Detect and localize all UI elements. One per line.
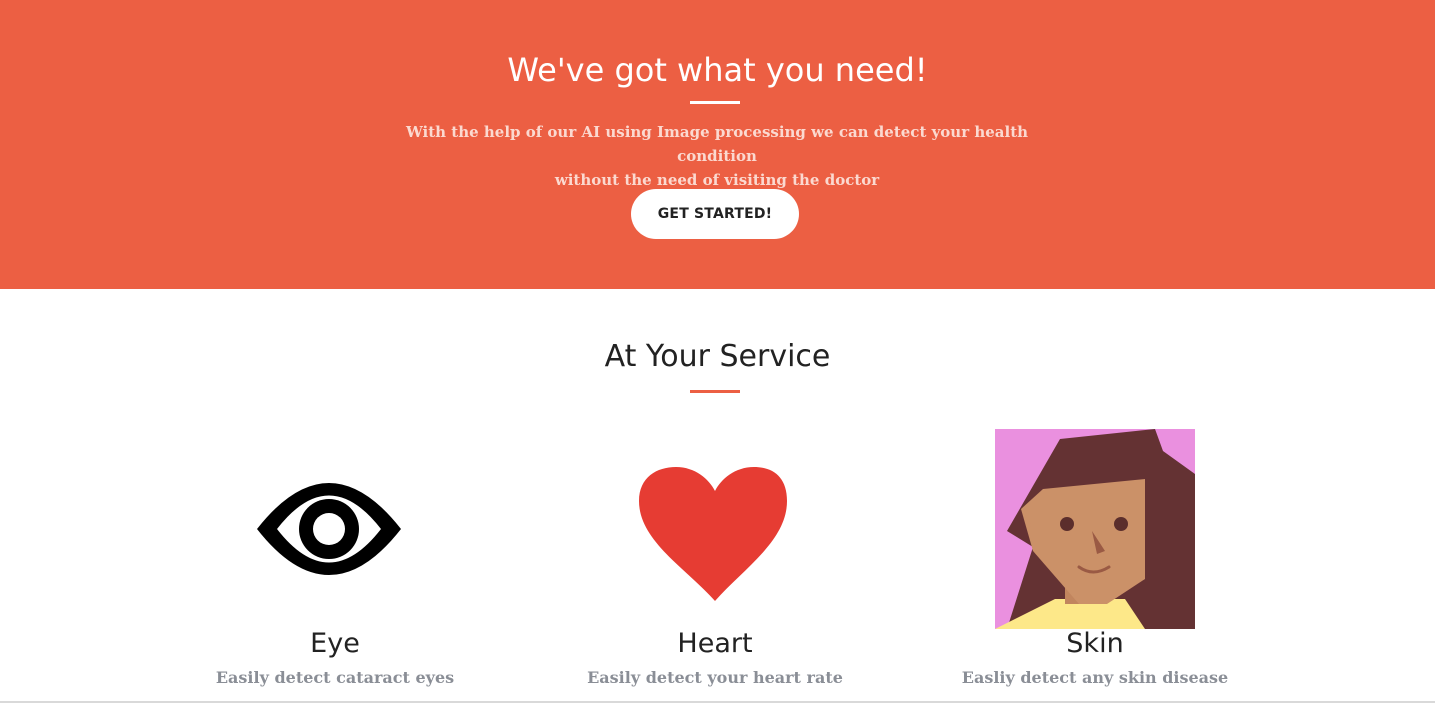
hero-section: We've got what you need! With the help o… — [0, 0, 1435, 289]
service-description-eye: Easily detect cataract eyes — [215, 668, 455, 687]
heart-icon — [615, 429, 815, 629]
service-title-skin: Skin — [1066, 628, 1124, 659]
avatar-face-icon — [995, 429, 1195, 629]
service-description-skin: Easliy detect any skin disease — [961, 668, 1229, 687]
hero-subtitle-line-2: without the need of visiting the doctor — [554, 171, 880, 189]
get-started-button[interactable]: GET STARTED! — [631, 189, 799, 239]
hero-subtitle: With the help of our AI using Image proc… — [367, 120, 1067, 192]
service-card-skin[interactable]: Skin Easliy detect any skin disease — [905, 429, 1285, 699]
hero-title: We've got what you need! — [507, 51, 928, 89]
services-divider — [690, 390, 740, 393]
eye-icon — [235, 429, 435, 629]
hero-subtitle-line-1: With the help of our AI using Image proc… — [405, 123, 1029, 165]
hero-divider — [690, 101, 740, 104]
service-card-heart[interactable]: Heart Easily detect your heart rate — [525, 429, 905, 699]
service-title-heart: Heart — [677, 628, 753, 659]
service-card-eye[interactable]: Eye Easily detect cataract eyes — [145, 429, 525, 699]
service-description-heart: Easily detect your heart rate — [587, 668, 843, 687]
service-title-eye: Eye — [310, 628, 360, 659]
services-title: At Your Service — [604, 339, 831, 374]
